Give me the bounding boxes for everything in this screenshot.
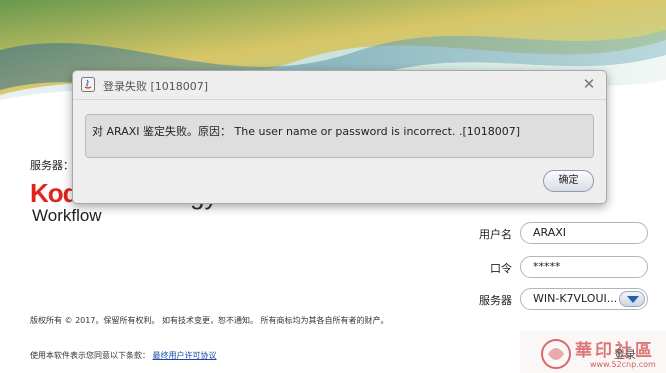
password-field[interactable]: ***** xyxy=(520,256,648,278)
server-select[interactable]: WIN-K7VLOUI... xyxy=(520,288,648,310)
eula-link[interactable]: 最终用户许可协议 xyxy=(153,351,217,360)
username-field[interactable]: ARAXI xyxy=(520,222,648,244)
java-app-icon xyxy=(81,77,95,92)
product-name: Workflow xyxy=(32,206,102,225)
server-label: 服务器 xyxy=(479,294,512,307)
license-agreement-text: 使用本软件表示您同意以下条款： xyxy=(30,351,150,360)
license-agreement-line: 使用本软件表示您同意以下条款： 最终用户许可协议 xyxy=(30,350,217,361)
dialog-titlebar[interactable]: 登录失败 [1018007] ✕ xyxy=(73,71,606,100)
dialog-message-box: 对 ARAXI 鉴定失败。原因： The user name or passwo… xyxy=(85,114,594,158)
password-label: 口令 xyxy=(490,262,512,275)
error-message: 对 ARAXI 鉴定失败。原因： The user name or passwo… xyxy=(92,125,521,138)
dialog-title: 登录失败 [1018007] xyxy=(103,80,209,93)
brand-logo-wordmark: Kod xyxy=(30,178,79,208)
close-icon[interactable]: ✕ xyxy=(580,75,598,93)
ok-button[interactable]: 确定 xyxy=(543,170,594,192)
copyright-notice: 版权所有 © 2017。保留所有权利。 如有技术变更，恕不通知。 所有商标均为其… xyxy=(30,316,389,325)
username-label: 用户名 xyxy=(479,228,512,241)
server-select-value: WIN-K7VLOUI... xyxy=(533,292,618,305)
chevron-down-icon[interactable] xyxy=(619,291,645,307)
watermark-url: www.52cnp.com xyxy=(590,360,656,369)
server-label-top: 服务器： xyxy=(30,159,74,172)
login-failed-dialog: 登录失败 [1018007] ✕ 对 ARAXI 鉴定失败。原因： The us… xyxy=(72,70,607,204)
